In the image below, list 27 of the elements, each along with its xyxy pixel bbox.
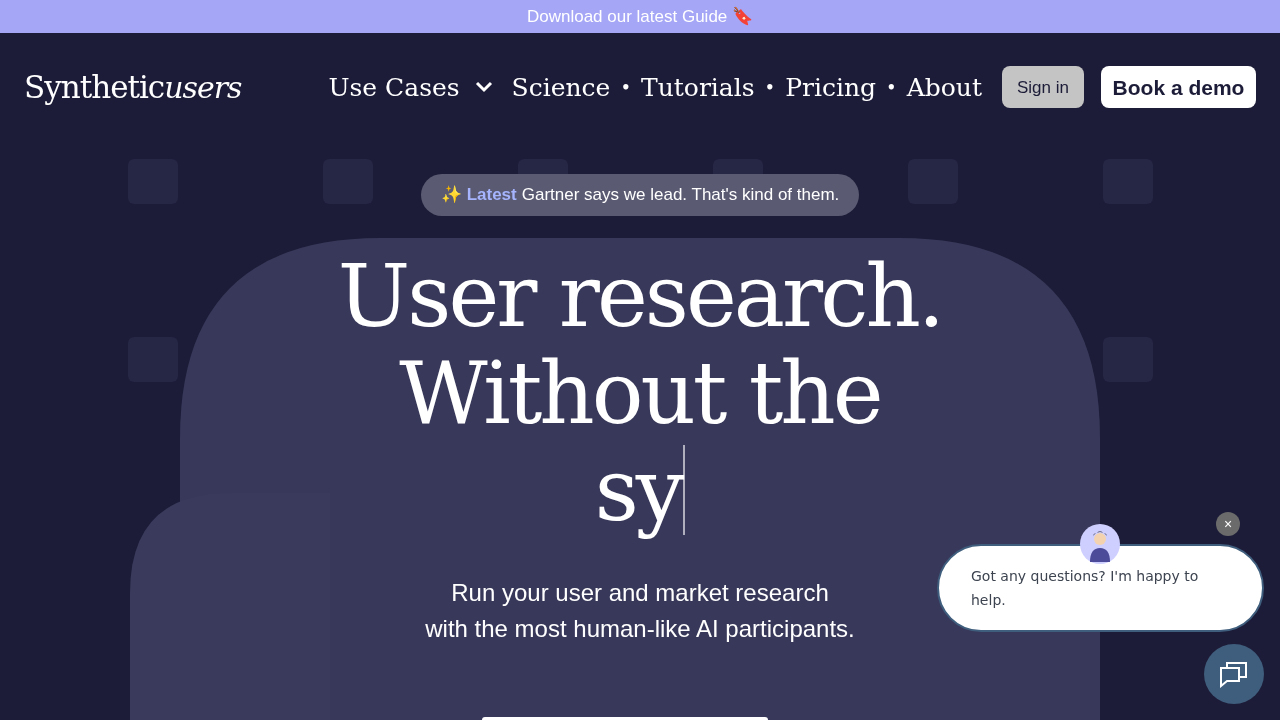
nav-link[interactable]: About — [906, 68, 982, 106]
nav-separator: • — [764, 75, 776, 100]
chat-popup[interactable]: Got any questions? I'm happy to help. — [937, 544, 1264, 632]
nav-separator: • — [620, 75, 632, 100]
nav-link[interactable]: Pricing — [785, 68, 877, 106]
chat-message: Got any questions? I'm happy to help. — [971, 567, 1200, 610]
announcement-text: Gartner says we lead. That's kind of them. — [521, 183, 840, 206]
chevron-down-icon — [473, 80, 494, 95]
latest-tag: Latest — [466, 181, 517, 208]
subtitle: Run your user and market research — [451, 577, 829, 608]
sign-in-button[interactable]: Sign in — [1002, 66, 1084, 109]
chat-icon — [1219, 660, 1249, 688]
sparkles-icon: ✨ — [440, 181, 462, 208]
nav-link[interactable]: Science — [511, 68, 611, 106]
nav-separator: • — [886, 75, 897, 100]
headline: Without the — [399, 344, 881, 442]
close-button[interactable]: × — [1216, 512, 1240, 536]
book-demo-button[interactable]: Book a demo — [1101, 66, 1256, 109]
logo[interactable]: Syntheticusers — [24, 64, 242, 111]
headline: User research. — [337, 247, 943, 345]
use-cases-menu[interactable]: Use Cases — [328, 68, 494, 106]
avatar-icon — [1080, 524, 1120, 564]
nav-link[interactable]: Tutorials — [641, 68, 755, 106]
chat-launcher-button[interactable] — [1204, 644, 1264, 704]
headline: sy — [594, 441, 682, 539]
announcement-pill[interactable]: ✨ Latest Gartner says we lead. That's kind of them. — [420, 173, 860, 216]
subtitle: with the most human-like AI participants. — [425, 613, 855, 644]
